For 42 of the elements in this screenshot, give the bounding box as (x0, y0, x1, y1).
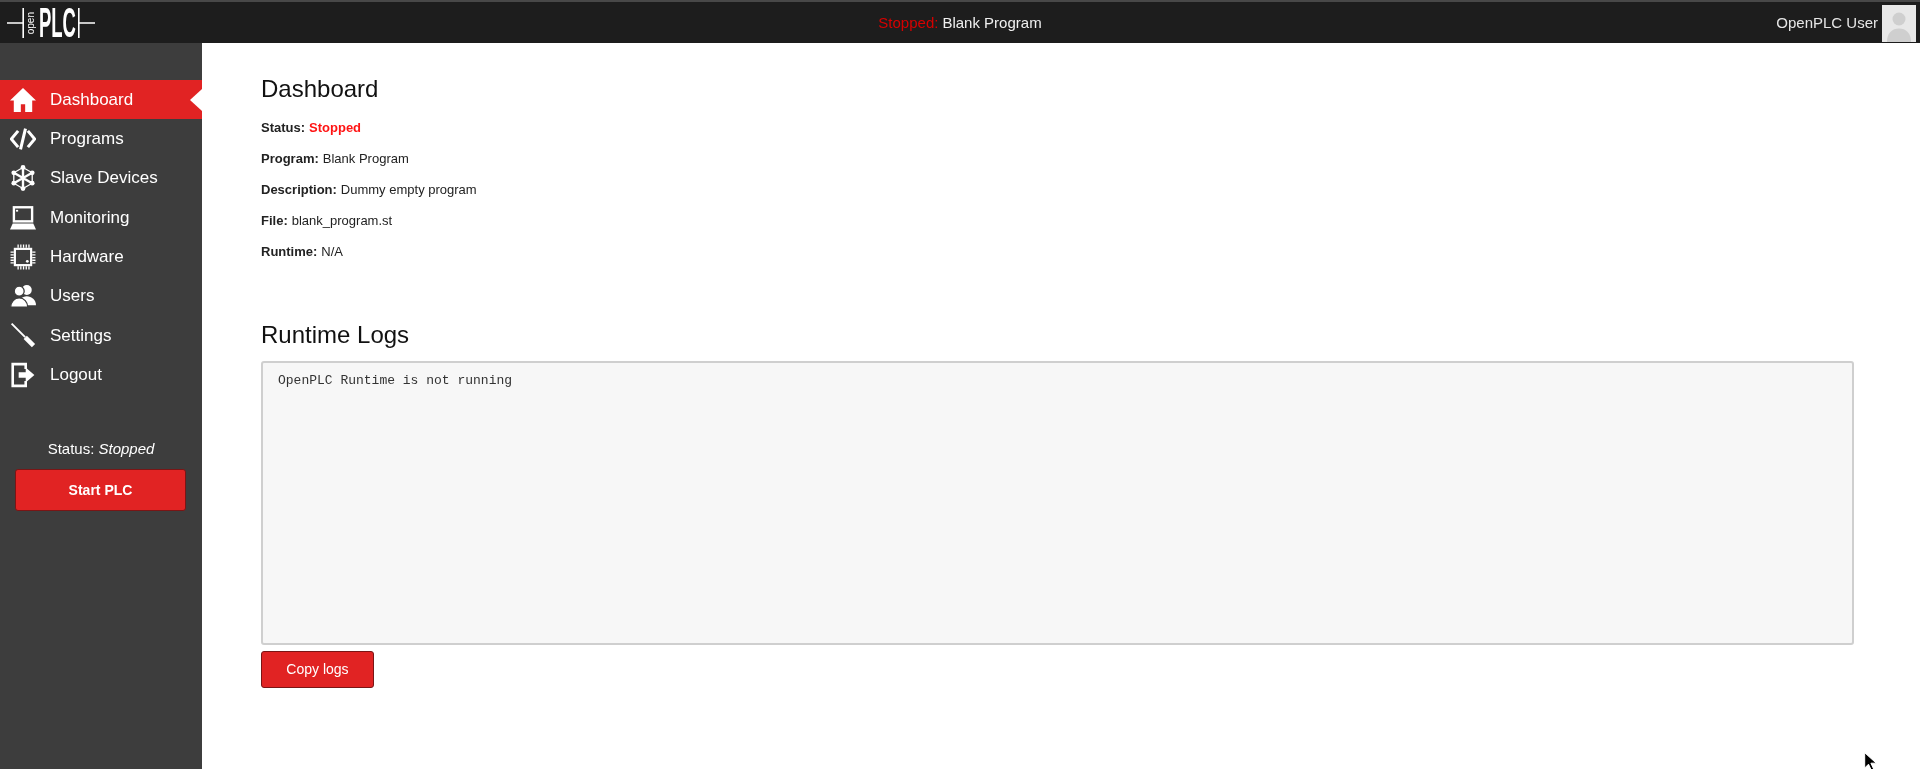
field-label: File: (261, 212, 288, 228)
sidebar-item[interactable]: Programs (0, 119, 202, 159)
field-value: blank_program.st (291, 212, 393, 228)
sidebar-item[interactable]: Slave Devices (0, 158, 202, 198)
run-state-text: Stopped: (878, 12, 939, 33)
start-plc-button[interactable]: Start PLC (15, 469, 186, 512)
sidebar-item[interactable]: Monitoring (0, 197, 202, 238)
user-name-link[interactable]: OpenPLC User (1776, 11, 1878, 35)
avatar-icon[interactable] (1882, 4, 1916, 42)
sidebar-item[interactable]: Settings (0, 315, 202, 356)
users-icon (10, 283, 36, 310)
triangle-icon (190, 89, 202, 111)
field-value: Blank Program (322, 150, 409, 166)
log-text: OpenPLC Runtime is not running (278, 373, 513, 388)
field-label: Runtime: (261, 243, 318, 259)
home-icon (10, 86, 36, 113)
mouse-pointer-icon (1864, 752, 1877, 769)
sidebar-item[interactable]: Hardware (0, 237, 202, 277)
logo-small-text: open (26, 11, 36, 35)
chip-icon (10, 243, 36, 270)
field-label: Program: (261, 150, 319, 166)
sidebar-item[interactable]: Users (0, 276, 202, 316)
sidebar-item[interactable]: Dashboard (0, 80, 202, 120)
sidebar-item[interactable]: Logout (0, 355, 202, 395)
logo-line-icon (78, 7, 95, 39)
program-name-text: Blank Program (942, 12, 1042, 33)
nodes-icon (10, 165, 36, 192)
field-label: Status: (261, 119, 306, 135)
logo-text: PLC (39, 2, 76, 44)
exit-icon (10, 361, 36, 388)
logo-line-icon (7, 7, 24, 39)
field-value: Stopped (309, 119, 362, 135)
field-value: N/A (321, 243, 343, 259)
section-title: Runtime Logs (261, 319, 411, 349)
page-title: Dashboard (261, 74, 380, 103)
laptop-icon (10, 204, 36, 231)
field-label: Description: (261, 181, 337, 197)
copy-logs-button[interactable]: Copy logs (261, 651, 374, 688)
code-icon (10, 125, 36, 152)
screwdriver-icon (10, 322, 36, 349)
field-value: Dummy empty program (340, 181, 477, 197)
plc-status-text: Status: Stopped (46, 439, 156, 460)
